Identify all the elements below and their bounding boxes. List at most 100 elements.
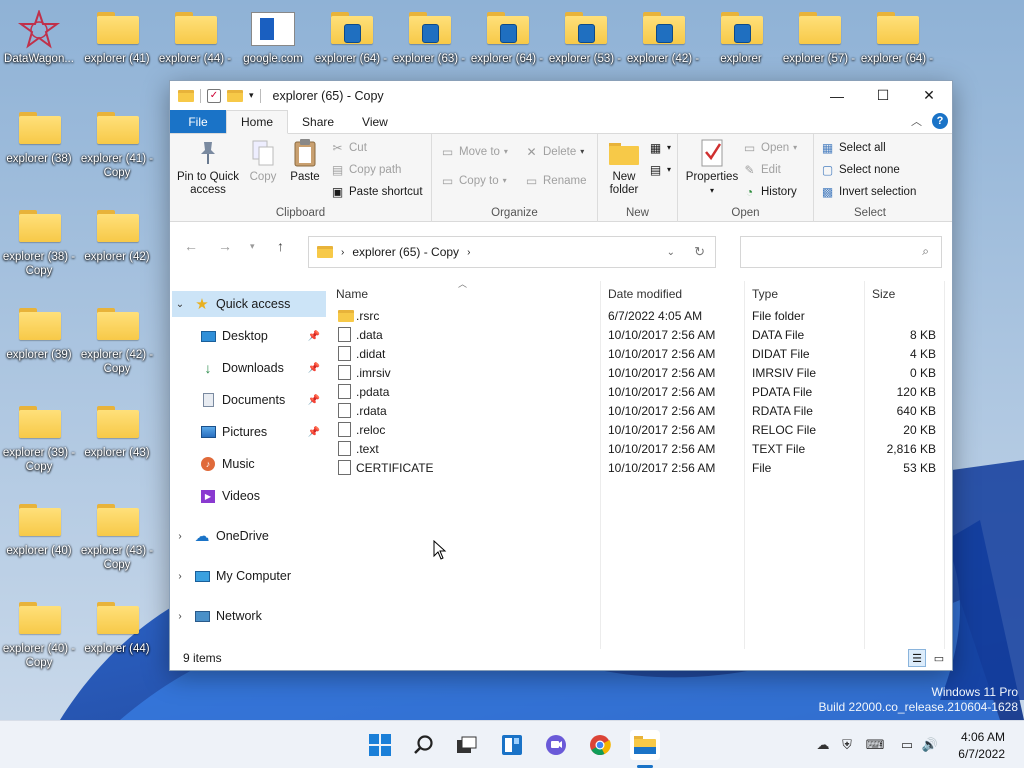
file-explorer-window[interactable]: ✓ ▾ explorer (65) - Copy — ☐ ✕ File Home… (169, 80, 953, 671)
desktop-icon-item[interactable]: explorer (43) - Copy (78, 492, 156, 572)
desktop-icon-item[interactable]: explorer (40) - Copy (0, 590, 78, 670)
desktop-icon-item[interactable]: explorer (39) (0, 296, 78, 376)
volume-icon[interactable]: 🔊 (920, 735, 940, 755)
desktop-icon-item[interactable]: explorer (39) - Copy (0, 394, 78, 474)
desktop-icon-item[interactable]: explorer (38) (0, 100, 78, 180)
desktop-icon-item[interactable]: explorer (41) (78, 0, 156, 80)
column-header-date[interactable]: Date modified (608, 287, 682, 301)
file-row[interactable]: .didat 10/10/2017 2:56 AM DIDAT File 4 KB (334, 344, 946, 363)
chrome-button[interactable] (585, 730, 615, 760)
forward-arrow-icon[interactable]: → (218, 238, 232, 254)
address-bar[interactable]: › explorer (65) - Copy › ⌄ ↻ (308, 236, 716, 268)
properties-check-icon[interactable]: ✓ (207, 88, 221, 103)
nav-item-onedrive[interactable]: › ☁ OneDrive (172, 523, 326, 549)
desktop-icon-item[interactable]: DataWagon... (0, 0, 78, 80)
new-folder-button[interactable]: New folder (602, 138, 646, 197)
recent-locations-chevron-icon[interactable]: ▾ (250, 241, 255, 252)
paste-button[interactable]: Paste (286, 138, 324, 184)
start-button[interactable] (365, 730, 395, 760)
search-box[interactable]: ⌕ (740, 236, 942, 268)
desktop-icon-item[interactable]: explorer (63) - (390, 0, 468, 80)
move-to-button[interactable]: ▭ Move to ▾ (440, 144, 508, 159)
clock[interactable]: 4:06 AM 6/7/2022 (958, 729, 1005, 763)
nav-item-pictures[interactable]: Pictures 📌 (194, 419, 326, 445)
properties-button[interactable]: Properties ▾ (684, 138, 740, 197)
file-row[interactable]: .imrsiv 10/10/2017 2:56 AM IMRSIV File 0 KB (334, 363, 946, 382)
delete-button[interactable]: ✕ Delete ▾ (524, 144, 584, 159)
widgets-button[interactable] (497, 730, 527, 760)
customize-toolbar-caret-icon[interactable]: ▾ (249, 90, 254, 101)
file-row[interactable]: .rsrc 6/7/2022 4:05 AM File folder (334, 306, 946, 325)
desktop-icon-item[interactable]: explorer (42) (78, 198, 156, 278)
file-row[interactable]: .data 10/10/2017 2:56 AM DATA File 8 KB (334, 325, 946, 344)
collapse-chevron-icon[interactable]: ⌄ (172, 299, 188, 310)
cut-button[interactable]: ✂ Cut (330, 140, 366, 155)
pin-icon[interactable]: 📌 (308, 363, 320, 374)
tab-share[interactable]: Share (288, 110, 348, 133)
up-arrow-icon[interactable]: ↑ (277, 238, 284, 254)
breadcrumb-current[interactable]: explorer (65) - Copy (352, 245, 459, 259)
desktop-icon-item[interactable]: explorer (43) (78, 394, 156, 474)
breadcrumb-next-chevron-icon[interactable]: › (467, 247, 470, 258)
tab-file[interactable]: File (170, 110, 226, 133)
column-header-type[interactable]: Type (752, 287, 778, 301)
collapse-ribbon-chevron-icon[interactable]: ︿ (911, 113, 922, 129)
tab-home[interactable]: Home (226, 110, 289, 134)
file-row[interactable]: .rdata 10/10/2017 2:56 AM RDATA File 640 KB (334, 401, 946, 420)
rename-button[interactable]: ▭ Rename (524, 173, 587, 188)
tab-view[interactable]: View (348, 110, 402, 133)
copy-button[interactable]: Copy (244, 138, 282, 184)
open-button[interactable]: ▭ Open ▾ (742, 140, 797, 155)
network-icon[interactable]: ▭ (897, 735, 917, 755)
address-dropdown-icon[interactable]: ⌄ (667, 247, 675, 258)
pin-to-quick-access-button[interactable]: Pin to Quick access (176, 138, 240, 197)
search-button[interactable] (409, 730, 439, 760)
desktop-icon-item[interactable]: google.com (234, 0, 312, 80)
desktop-icon-item[interactable]: explorer (64) - (858, 0, 936, 80)
desktop-icon-item[interactable]: explorer (44) (78, 590, 156, 670)
nav-item-quick-access[interactable]: ⌄ ★ Quick access (172, 291, 326, 317)
keyboard-icon[interactable]: ⌨ (865, 735, 885, 755)
desktop-icon-item[interactable]: explorer (64) - (312, 0, 390, 80)
desktop-icon-item[interactable]: explorer (40) (0, 492, 78, 572)
nav-item-documents[interactable]: Documents 📌 (194, 387, 326, 413)
expand-chevron-icon[interactable]: › (172, 531, 188, 542)
file-row[interactable]: .pdata 10/10/2017 2:56 AM PDATA File 120 KB (334, 382, 946, 401)
column-header-name[interactable]: Name (336, 287, 368, 301)
task-view-button[interactable] (452, 730, 482, 760)
desktop-icon-item[interactable]: explorer (42) - (624, 0, 702, 80)
large-icons-view-icon[interactable]: ▭ (930, 649, 948, 667)
details-view-icon[interactable]: ☰ (908, 649, 926, 667)
invert-selection-button[interactable]: ▩ Invert selection (820, 184, 917, 199)
easy-access-button[interactable]: ▤ ▾ (648, 162, 671, 177)
new-folder-icon[interactable] (227, 89, 243, 102)
maximize-button[interactable]: ☐ (860, 81, 906, 110)
copy-path-button[interactable]: ▤ Copy path (330, 162, 402, 177)
edit-button[interactable]: ✎ Edit (742, 162, 780, 177)
select-none-button[interactable]: ▢ Select none (820, 162, 900, 177)
desktop-icon-item[interactable]: explorer (702, 0, 780, 80)
desktop-icon-item[interactable]: explorer (41) - Copy (78, 100, 156, 180)
back-arrow-icon[interactable]: ← (184, 238, 198, 254)
help-icon[interactable]: ? (932, 113, 948, 129)
title-bar[interactable]: ✓ ▾ explorer (65) - Copy — ☐ ✕ (170, 81, 952, 110)
expand-chevron-icon[interactable]: › (172, 611, 188, 622)
nav-item-downloads[interactable]: ↓ Downloads 📌 (194, 355, 326, 381)
onedrive-tray-icon[interactable]: ☁ (813, 735, 833, 755)
nav-item-network[interactable]: › Network (172, 603, 326, 629)
refresh-icon[interactable]: ↻ (694, 244, 705, 260)
desktop-icon-item[interactable]: explorer (38) - Copy (0, 198, 78, 278)
chat-button[interactable] (541, 730, 571, 760)
file-row[interactable]: .text 10/10/2017 2:56 AM TEXT File 2,816 KB (334, 439, 946, 458)
select-all-button[interactable]: ▦ Select all (820, 140, 886, 155)
pin-icon[interactable]: 📌 (308, 331, 320, 342)
nav-item-music[interactable]: ♪ Music (194, 451, 326, 477)
expand-chevron-icon[interactable]: › (172, 571, 188, 582)
close-button[interactable]: ✕ (906, 81, 952, 110)
pin-icon[interactable]: 📌 (308, 395, 320, 406)
desktop-icon-item[interactable]: explorer (44) - (156, 0, 234, 80)
paste-shortcut-button[interactable]: ▣ Paste shortcut (330, 184, 423, 199)
copy-to-button[interactable]: ▭ Copy to ▾ (440, 173, 507, 188)
nav-item-desktop[interactable]: Desktop 📌 (194, 323, 326, 349)
file-row[interactable]: CERTIFICATE 10/10/2017 2:56 AM File 53 KB (334, 458, 946, 477)
